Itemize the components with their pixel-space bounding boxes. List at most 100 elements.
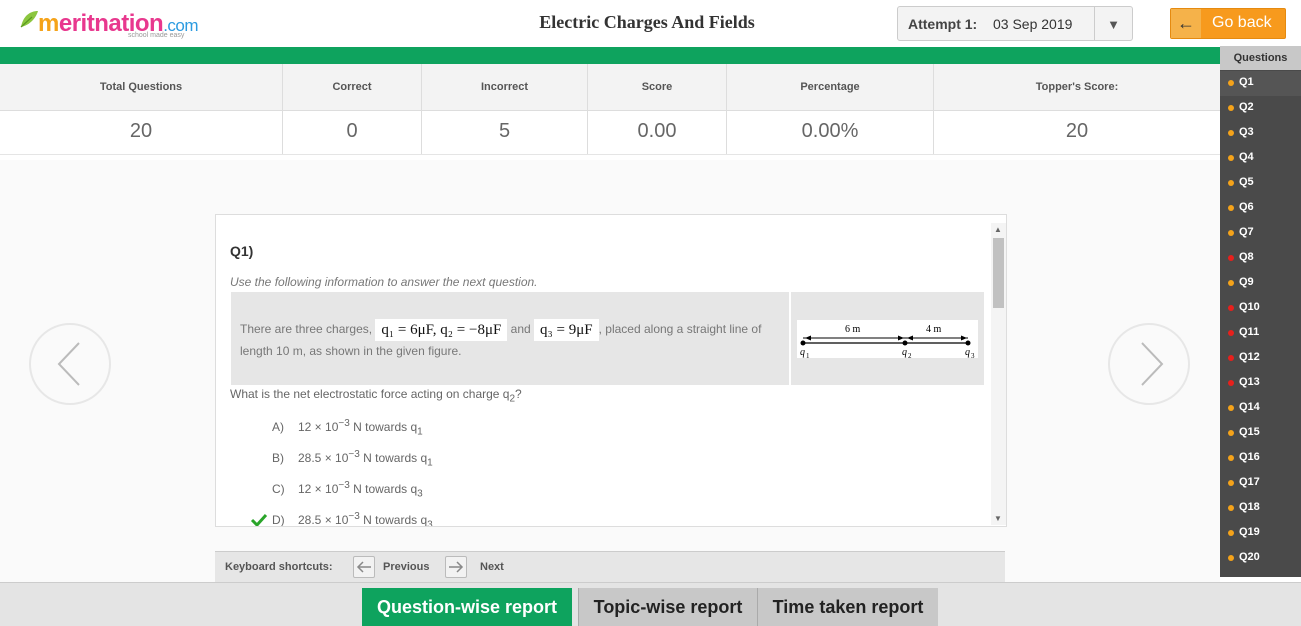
scrollbar-thumb[interactable] xyxy=(993,238,1004,308)
previous-question-button[interactable] xyxy=(29,323,111,405)
sidebar-question-item[interactable]: Q3 xyxy=(1220,121,1301,146)
status-dot-icon xyxy=(1228,330,1234,336)
question-ask: What is the net electrostatic force acti… xyxy=(230,387,522,405)
tab-question-wise-report[interactable]: Question-wise report xyxy=(362,588,572,626)
header: meritnation.com school made easy Electri… xyxy=(0,0,1220,46)
figure-q1: q xyxy=(800,347,805,358)
option-a[interactable]: A) 12 × 10−3 N towards q1 xyxy=(272,418,423,437)
stat-value-incorrect: 5 xyxy=(422,111,588,154)
sidebar-question-label: Q14 xyxy=(1239,401,1260,413)
status-dot-icon xyxy=(1228,255,1234,261)
sidebar-question-item[interactable]: Q11 xyxy=(1220,321,1301,346)
tab-topic-wise-report[interactable]: Topic-wise report xyxy=(578,588,757,626)
questions-sidebar: Questions Q1 Q2 Q3 Q4 Q5 Q6 Q7 Q8 Q9 Q10 Q11 Q12 Q13… xyxy=(1220,46,1301,577)
sidebar-question-item[interactable]: Q18 xyxy=(1220,496,1301,521)
tab-time-taken-report[interactable]: Time taken report xyxy=(757,588,938,626)
sidebar-question-item[interactable]: Q5 xyxy=(1220,171,1301,196)
attempt-label: Attempt 1: xyxy=(908,16,978,32)
status-dot-icon xyxy=(1228,455,1234,461)
sidebar-question-item[interactable]: Q9 xyxy=(1220,271,1301,296)
sidebar-question-item[interactable]: Q2 xyxy=(1220,96,1301,121)
status-dot-icon xyxy=(1228,505,1234,511)
previous-key-icon[interactable] xyxy=(353,556,375,578)
sidebar-question-item[interactable]: Q14 xyxy=(1220,396,1301,421)
go-back-label: Go back xyxy=(1212,14,1272,31)
stats-header-row: Total Questions Correct Incorrect Score … xyxy=(0,64,1220,111)
question-instruction: Use the following information to answer … xyxy=(230,275,538,289)
charges-figure: 6 m 4 m q 1 q 2 q 3 xyxy=(797,320,978,360)
next-shortcut-label: Next xyxy=(480,561,504,573)
sidebar-question-label: Q7 xyxy=(1239,226,1254,238)
stat-header-correct: Correct xyxy=(283,64,422,110)
sidebar-question-item[interactable]: Q1 xyxy=(1220,71,1301,96)
sidebar-question-label: Q11 xyxy=(1239,326,1260,338)
question-figure-box: 6 m 4 m q 1 q 2 q 3 xyxy=(791,292,984,385)
scroll-down-icon[interactable]: ▼ xyxy=(994,514,1002,523)
sidebar-question-label: Q8 xyxy=(1239,251,1254,263)
status-dot-icon xyxy=(1228,155,1234,161)
next-key-icon[interactable] xyxy=(445,556,467,578)
next-question-button[interactable] xyxy=(1108,323,1190,405)
stat-value-total: 20 xyxy=(0,111,283,154)
stats-value-row: 20 0 5 0.00 0.00% 20 xyxy=(0,111,1220,155)
chevron-down-icon[interactable]: ▼ xyxy=(1094,7,1132,40)
stat-value-correct: 0 xyxy=(283,111,422,154)
sidebar-question-label: Q1 xyxy=(1239,76,1254,88)
sidebar-question-item[interactable]: Q13 xyxy=(1220,371,1301,396)
sidebar-question-item[interactable]: Q8 xyxy=(1220,246,1301,271)
sidebar-question-item[interactable]: Q12 xyxy=(1220,346,1301,371)
sidebar-question-item[interactable]: Q6 xyxy=(1220,196,1301,221)
leaf-icon xyxy=(20,11,38,28)
sidebar-question-label: Q4 xyxy=(1239,151,1254,163)
attempt-selector[interactable]: Attempt 1: 03 Sep 2019 ▼ xyxy=(897,6,1133,41)
status-dot-icon xyxy=(1228,380,1234,386)
questions-sidebar-title: Questions xyxy=(1220,46,1301,70)
stat-value-score: 0.00 xyxy=(588,111,727,154)
stat-header-incorrect: Incorrect xyxy=(422,64,588,110)
sidebar-question-item[interactable]: Q7 xyxy=(1220,221,1301,246)
sidebar-question-item[interactable]: Q10 xyxy=(1220,296,1301,321)
sidebar-question-item[interactable]: Q15 xyxy=(1220,421,1301,446)
keyboard-shortcuts-label: Keyboard shortcuts: xyxy=(225,561,333,573)
keyboard-shortcuts-bar: Keyboard shortcuts: Previous Next xyxy=(215,551,1005,582)
sidebar-question-label: Q9 xyxy=(1239,276,1254,288)
option-d[interactable]: D) 28.5 × 10−3 N towards q3 xyxy=(272,511,433,526)
sidebar-question-item[interactable]: Q20 xyxy=(1220,546,1301,571)
question-number: Q1) xyxy=(230,243,254,259)
status-dot-icon xyxy=(1228,105,1234,111)
status-dot-icon xyxy=(1228,355,1234,361)
sidebar-question-item[interactable]: Q4 xyxy=(1220,146,1301,171)
sidebar-question-label: Q3 xyxy=(1239,126,1254,138)
stats-table: Total Questions Correct Incorrect Score … xyxy=(0,64,1220,155)
svg-text:2: 2 xyxy=(908,352,912,360)
status-dot-icon xyxy=(1228,480,1234,486)
charges-formula-1: q₁ = 6μF, q₂ = −8μF xyxy=(375,319,508,341)
sidebar-question-label: Q16 xyxy=(1239,451,1260,463)
green-divider xyxy=(0,47,1220,64)
attempt-date: 03 Sep 2019 xyxy=(993,16,1073,32)
status-dot-icon xyxy=(1228,230,1234,236)
correct-check-icon xyxy=(250,513,268,526)
stat-header-total: Total Questions xyxy=(0,64,283,110)
figure-dist-2: 4 m xyxy=(926,324,942,335)
question-scrollbar[interactable]: ▲ ▼ xyxy=(991,223,1006,525)
sidebar-question-label: Q15 xyxy=(1239,426,1260,438)
go-back-button[interactable]: ← Go back xyxy=(1170,8,1286,39)
status-dot-icon xyxy=(1228,555,1234,561)
sidebar-question-item[interactable]: Q17 xyxy=(1220,471,1301,496)
question-info-text: There are three charges, q₁ = 6μF, q₂ = … xyxy=(240,319,780,361)
option-c[interactable]: C) 12 × 10−3 N towards q3 xyxy=(272,480,423,499)
sidebar-question-item[interactable]: Q16 xyxy=(1220,446,1301,471)
sidebar-question-label: Q5 xyxy=(1239,176,1254,188)
stat-header-percentage: Percentage xyxy=(727,64,934,110)
chevron-right-icon xyxy=(1141,342,1164,386)
sidebar-question-item[interactable]: Q19 xyxy=(1220,521,1301,546)
status-dot-icon xyxy=(1228,530,1234,536)
sidebar-question-label: Q12 xyxy=(1239,351,1260,363)
question-info-box: There are three charges, q₁ = 6μF, q₂ = … xyxy=(231,292,789,385)
svg-text:3: 3 xyxy=(971,352,975,360)
option-b[interactable]: B) 28.5 × 10−3 N towards q1 xyxy=(272,449,433,468)
sidebar-question-label: Q10 xyxy=(1239,301,1260,313)
question-panel[interactable]: Q1) Use the following information to ans… xyxy=(215,214,1007,527)
scroll-up-icon[interactable]: ▲ xyxy=(994,225,1002,234)
